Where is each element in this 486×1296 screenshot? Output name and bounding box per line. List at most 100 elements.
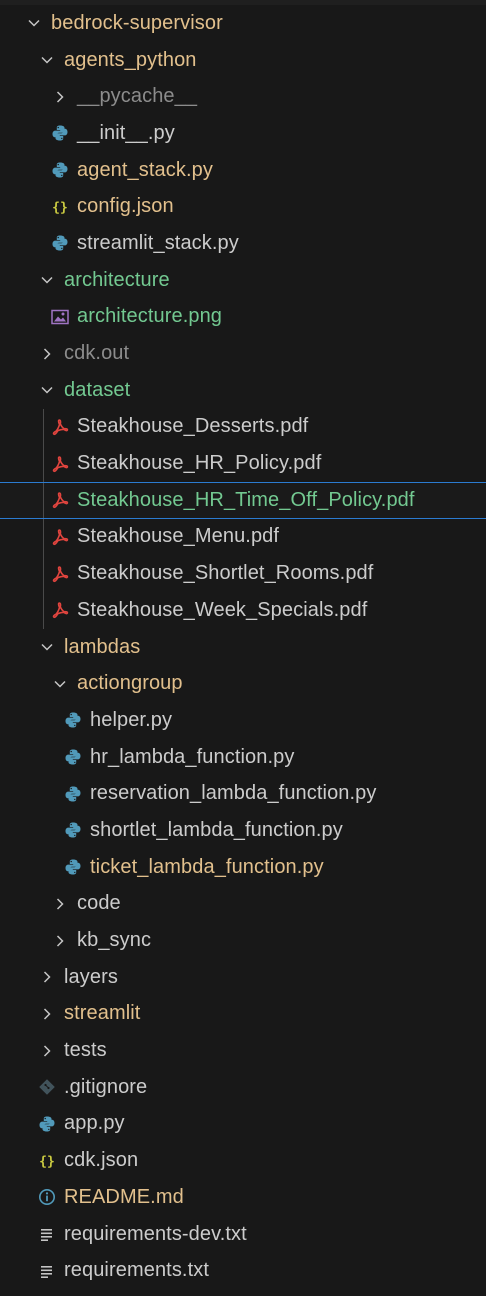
pdf-icon bbox=[50, 600, 70, 620]
file-label: Steakhouse_Shortlet_Rooms.pdf bbox=[77, 562, 374, 585]
file-label: Steakhouse_Menu.pdf bbox=[77, 525, 280, 548]
svg-text:{}: {} bbox=[52, 200, 68, 215]
chevron-right-icon bbox=[50, 87, 70, 107]
python-icon bbox=[63, 747, 83, 767]
folder-dataset[interactable]: dataset bbox=[0, 372, 486, 409]
file-pdf[interactable]: Steakhouse_HR_Policy.pdf bbox=[0, 445, 486, 482]
file-requirements-txt[interactable]: requirements.txt bbox=[0, 1252, 486, 1289]
file-label: Steakhouse_HR_Time_Off_Policy.pdf bbox=[77, 488, 415, 511]
folder-cdk-out[interactable]: cdk.out bbox=[0, 335, 486, 372]
folder-label: dataset bbox=[64, 378, 131, 401]
folder-agents-python[interactable]: agents_python bbox=[0, 42, 486, 79]
svg-text:{}: {} bbox=[39, 1154, 55, 1169]
file-label: Steakhouse_Week_Specials.pdf bbox=[77, 598, 368, 621]
folder-pycache[interactable]: __pycache__ bbox=[0, 78, 486, 115]
file-config-json[interactable]: {} config.json bbox=[0, 188, 486, 225]
file-pdf[interactable]: Steakhouse_Shortlet_Rooms.pdf bbox=[0, 555, 486, 592]
folder-label: code bbox=[77, 892, 121, 915]
text-file-icon bbox=[37, 1261, 57, 1281]
folder-label: bedrock-supervisor bbox=[51, 11, 223, 34]
file-label: Steakhouse_HR_Policy.pdf bbox=[77, 452, 322, 475]
file-label: requirements.txt bbox=[64, 1259, 209, 1282]
file-shortlet-lambda-py[interactable]: shortlet_lambda_function.py bbox=[0, 812, 486, 849]
file-hr-lambda-py[interactable]: hr_lambda_function.py bbox=[0, 739, 486, 776]
indent-guide bbox=[43, 408, 44, 446]
chevron-down-icon bbox=[37, 50, 57, 70]
folder-label: __pycache__ bbox=[77, 85, 198, 108]
file-helper-py[interactable]: helper.py bbox=[0, 702, 486, 739]
text-file-icon bbox=[37, 1224, 57, 1244]
file-streamlit-stack-py[interactable]: streamlit_stack.py bbox=[0, 225, 486, 262]
chevron-down-icon bbox=[37, 637, 57, 657]
git-icon bbox=[37, 1077, 57, 1097]
pdf-icon bbox=[50, 490, 70, 510]
pdf-icon bbox=[50, 564, 70, 584]
chevron-down-icon bbox=[24, 13, 44, 33]
folder-bedrock-supervisor[interactable]: bedrock-supervisor bbox=[0, 5, 486, 42]
folder-kb-sync[interactable]: kb_sync bbox=[0, 922, 486, 959]
folder-label: tests bbox=[64, 1039, 107, 1062]
file-agent-stack-py[interactable]: agent_stack.py bbox=[0, 152, 486, 189]
file-architecture-png[interactable]: architecture.png bbox=[0, 299, 486, 336]
file-pdf[interactable]: Steakhouse_Desserts.pdf bbox=[0, 408, 486, 446]
folder-label: lambdas bbox=[64, 635, 141, 658]
explorer-tree: bedrock-supervisor agents_python __pycac… bbox=[0, 5, 486, 1289]
folder-streamlit[interactable]: streamlit bbox=[0, 996, 486, 1033]
file-init-py[interactable]: __init__.py bbox=[0, 115, 486, 152]
file-app-py[interactable]: app.py bbox=[0, 1106, 486, 1143]
folder-label: agents_python bbox=[64, 48, 197, 71]
file-label: streamlit_stack.py bbox=[77, 231, 239, 254]
chevron-right-icon bbox=[37, 967, 57, 987]
folder-tests[interactable]: tests bbox=[0, 1032, 486, 1069]
file-reservation-lambda-py[interactable]: reservation_lambda_function.py bbox=[0, 775, 486, 812]
file-label: cdk.json bbox=[64, 1149, 139, 1172]
folder-layers[interactable]: layers bbox=[0, 959, 486, 996]
file-label: helper.py bbox=[90, 708, 173, 731]
file-pdf-selected[interactable]: Steakhouse_HR_Time_Off_Policy.pdf bbox=[0, 481, 486, 519]
chevron-down-icon bbox=[37, 380, 57, 400]
folder-lambdas[interactable]: lambdas bbox=[0, 629, 486, 666]
json-braces-icon: {} bbox=[50, 197, 70, 217]
chevron-down-icon bbox=[37, 270, 57, 290]
file-label: reservation_lambda_function.py bbox=[90, 782, 377, 805]
file-readme-md[interactable]: README.md bbox=[0, 1179, 486, 1216]
python-icon bbox=[50, 233, 70, 253]
folder-label: streamlit bbox=[64, 1002, 141, 1025]
file-cdk-json[interactable]: {} cdk.json bbox=[0, 1142, 486, 1179]
image-icon bbox=[50, 307, 70, 327]
file-label: shortlet_lambda_function.py bbox=[90, 818, 343, 841]
indent-guide bbox=[43, 592, 44, 629]
indent-guide bbox=[43, 445, 44, 482]
info-icon bbox=[37, 1187, 57, 1207]
folder-label: architecture bbox=[64, 268, 170, 291]
pdf-icon bbox=[50, 527, 70, 547]
file-label: hr_lambda_function.py bbox=[90, 745, 295, 768]
file-label: app.py bbox=[64, 1112, 125, 1135]
file-pdf[interactable]: Steakhouse_Menu.pdf bbox=[0, 518, 486, 556]
file-label: architecture.png bbox=[77, 305, 223, 328]
file-label: requirements-dev.txt bbox=[64, 1222, 247, 1245]
python-icon bbox=[63, 820, 83, 840]
folder-label: layers bbox=[64, 965, 118, 988]
pdf-icon bbox=[50, 417, 70, 437]
chevron-right-icon bbox=[50, 894, 70, 914]
json-braces-icon: {} bbox=[37, 1151, 57, 1171]
file-label: ticket_lambda_function.py bbox=[90, 855, 324, 878]
chevron-right-icon bbox=[37, 1004, 57, 1024]
indent-guide bbox=[43, 482, 44, 518]
file-label: README.md bbox=[64, 1185, 184, 1208]
python-icon bbox=[50, 160, 70, 180]
file-gitignore[interactable]: .gitignore bbox=[0, 1069, 486, 1106]
folder-architecture[interactable]: architecture bbox=[0, 262, 486, 299]
file-label: config.json bbox=[77, 195, 174, 218]
python-icon bbox=[50, 123, 70, 143]
file-ticket-lambda-py[interactable]: ticket_lambda_function.py bbox=[0, 849, 486, 886]
folder-label: actiongroup bbox=[77, 672, 183, 695]
file-requirements-dev-txt[interactable]: requirements-dev.txt bbox=[0, 1216, 486, 1253]
file-pdf[interactable]: Steakhouse_Week_Specials.pdf bbox=[0, 592, 486, 629]
python-icon bbox=[63, 857, 83, 877]
folder-actiongroup[interactable]: actiongroup bbox=[0, 665, 486, 702]
file-label: __init__.py bbox=[77, 121, 175, 144]
python-icon bbox=[63, 784, 83, 804]
folder-code[interactable]: code bbox=[0, 886, 486, 923]
